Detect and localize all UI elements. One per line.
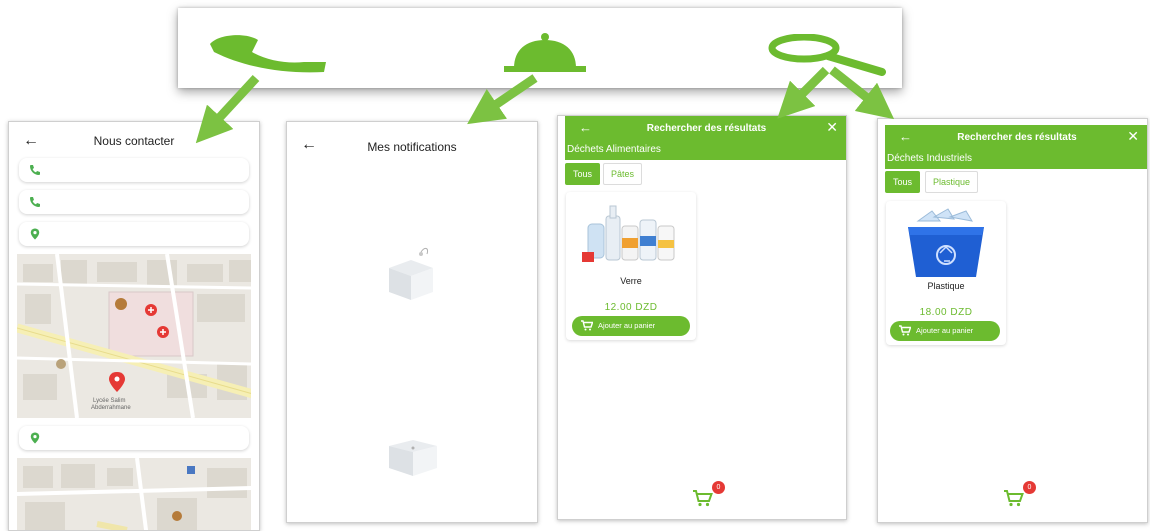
location-pin-icon <box>30 432 40 444</box>
product-image <box>582 205 675 262</box>
add-to-cart-button[interactable]: Ajouter au panier <box>890 321 1000 341</box>
product-price: 12.00 DZD <box>604 302 658 313</box>
phone-icon[interactable] <box>206 28 330 74</box>
cart-icon <box>1004 490 1024 507</box>
search-icon[interactable] <box>766 34 886 80</box>
category-label: Déchets Alimentaires <box>567 144 661 155</box>
chip-tous[interactable]: Tous <box>885 171 921 193</box>
notifications-screen: ← Mes notifications <box>286 121 538 523</box>
filter-chips: Tous Plastique <box>885 171 1147 197</box>
page-title: Rechercher des résultats <box>957 132 1077 143</box>
cart-icon <box>581 320 593 331</box>
search-header: ← Rechercher des résultats ✕ Déchets Ali… <box>565 116 846 160</box>
phone-icon <box>30 197 40 207</box>
page-title: Rechercher des résultats <box>646 123 767 134</box>
map-label: Lycée Salim <box>93 398 125 404</box>
map-label: Abderrahmane <box>91 405 131 411</box>
chip-plastique[interactable]: Plastique <box>925 171 979 193</box>
product-name: Plastique <box>927 281 965 291</box>
cart-badge: 0 <box>712 481 725 494</box>
cart-icon <box>693 490 713 507</box>
map-view[interactable] <box>17 458 251 530</box>
category-label: Déchets Industriels <box>887 153 973 164</box>
cart-icon <box>899 325 911 336</box>
search-results-screen: ← Rechercher des résultats ✕ Déchets Ind… <box>877 118 1148 523</box>
cart-button[interactable]: 0 <box>691 481 725 509</box>
empty-box-icon <box>389 440 437 476</box>
cart-badge: 0 <box>1023 481 1036 494</box>
add-to-cart-label: Ajouter au panier <box>916 326 974 335</box>
contact-phone-row[interactable] <box>19 190 249 214</box>
page-title: Nous contacter <box>93 134 175 148</box>
close-button[interactable]: ✕ <box>826 119 838 136</box>
product-price: 18.00 DZD <box>919 307 973 318</box>
location-pin-icon <box>30 228 40 240</box>
search-header: ← Rechercher des résultats ✕ Déchets Ind… <box>885 125 1147 169</box>
stage: ← Nous contacter Lycée Salim Abderrahman… <box>0 0 1150 531</box>
search-results-screen: ← Rechercher des résultats ✕ Déchets Ali… <box>557 115 847 520</box>
chip-tous[interactable]: Tous <box>565 163 601 185</box>
cart-button[interactable]: 0 <box>1002 481 1036 509</box>
top-icon-bar <box>178 8 902 88</box>
chip-pates[interactable]: Pâtes <box>603 163 643 185</box>
contact-phone-row[interactable] <box>19 158 249 182</box>
contact-header: ← Nous contacter <box>9 122 259 158</box>
product-image <box>908 208 984 277</box>
contact-screen: ← Nous contacter Lycée Salim Abderrahman… <box>8 121 260 531</box>
product-name: Verre <box>620 276 642 286</box>
add-to-cart-label: Ajouter au panier <box>598 321 656 330</box>
page-title: Mes notifications <box>367 140 457 154</box>
notifications-header: ← Mes notifications <box>287 122 537 162</box>
filter-chips: Tous Pâtes <box>565 163 846 189</box>
bell-icon[interactable] <box>500 28 590 78</box>
product-card[interactable]: Verre 12.00 DZD Ajouter au panier <box>566 192 696 340</box>
product-card[interactable]: Plastique 18.00 DZD Ajouter au panier <box>886 201 1006 345</box>
empty-box-icon <box>389 247 433 300</box>
contact-location-row[interactable] <box>19 426 249 450</box>
map-view[interactable]: Lycée Salim Abderrahmane <box>17 254 251 418</box>
close-button[interactable]: ✕ <box>1127 128 1139 145</box>
add-to-cart-button[interactable]: Ajouter au panier <box>572 316 690 336</box>
contact-location-row[interactable] <box>19 222 249 246</box>
phone-icon <box>30 165 40 175</box>
